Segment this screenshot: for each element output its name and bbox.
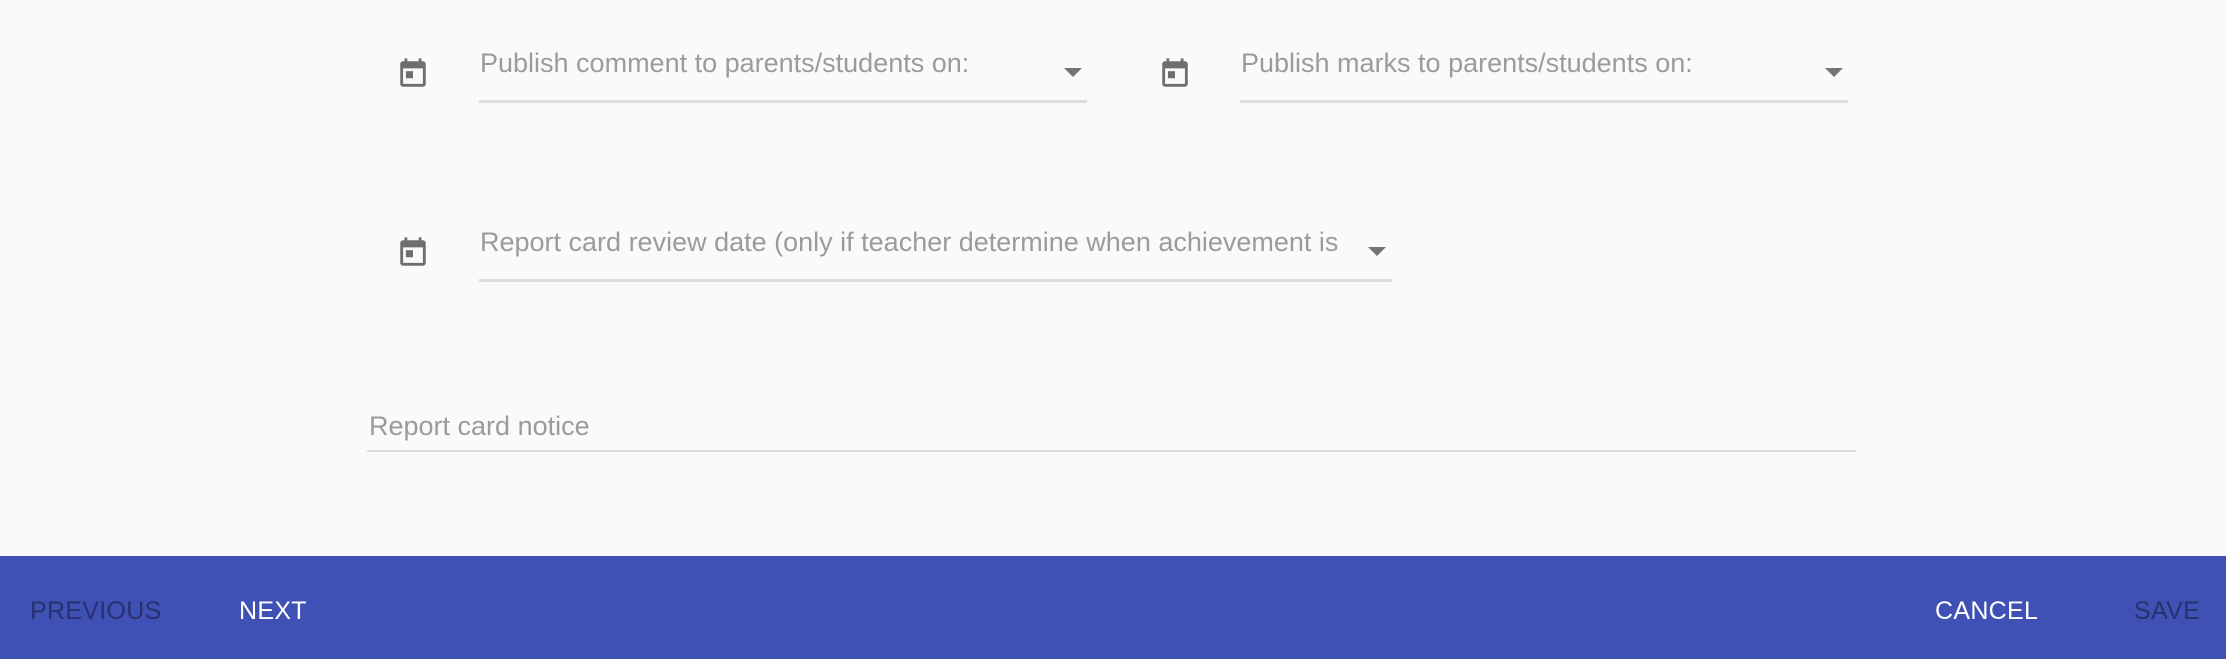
publish-comment-date-field[interactable]: Publish comment to parents/students on: [479,43,1087,103]
save-button[interactable]: SAVE [2134,556,2200,659]
chevron-down-icon[interactable] [1064,68,1082,77]
calendar-icon[interactable] [396,56,430,92]
calendar-icon[interactable] [396,235,430,271]
publish-marks-label: Publish marks to parents/students on: [1241,48,1693,78]
chevron-down-icon[interactable] [1825,68,1843,77]
previous-button[interactable]: PREVIOUS [30,556,162,659]
publish-marks-date-field[interactable]: Publish marks to parents/students on: [1240,43,1848,103]
report-card-notice-label: Report card notice [369,411,590,441]
publish-comment-label: Publish comment to parents/students on: [480,48,970,78]
wizard-footer-bar: PREVIOUS NEXT CANCEL SAVE [0,556,2226,659]
cancel-button[interactable]: CANCEL [1935,556,2038,659]
calendar-icon[interactable] [1158,56,1192,92]
report-card-form-page: Publish comment to parents/students on: … [0,0,2226,659]
next-button[interactable]: NEXT [239,556,307,659]
report-card-review-date-field[interactable]: Report card review date (only if teacher… [479,222,1392,282]
chevron-down-icon[interactable] [1368,247,1386,256]
report-card-notice-field[interactable]: Report card notice [367,400,1856,452]
review-date-label: Report card review date (only if teacher… [480,227,1339,257]
